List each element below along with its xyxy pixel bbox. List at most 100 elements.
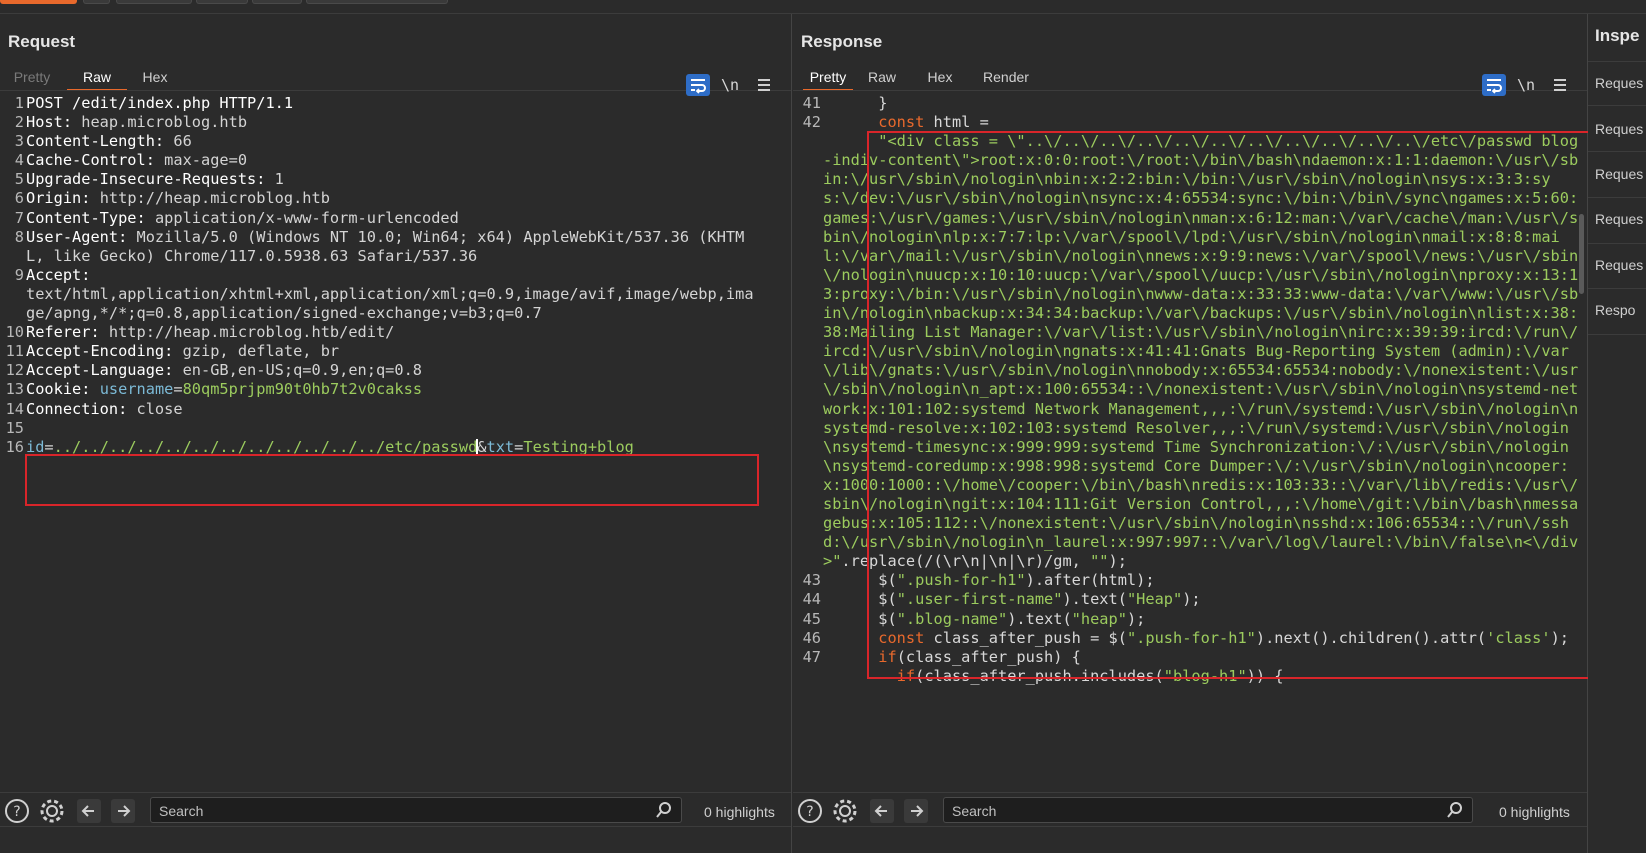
code-token: ".push-for-h1"	[1126, 628, 1256, 647]
inspector-item[interactable]: Reques	[1595, 75, 1643, 91]
back-button[interactable]	[869, 798, 895, 824]
top-tab[interactable]	[252, 0, 302, 4]
inspector-item[interactable]: Reques	[1595, 257, 1643, 273]
request-bottom-bar: ? 0 highlights	[0, 792, 791, 827]
arrow-left-icon	[870, 799, 894, 823]
code-token: http://heap.microblog.htb	[99, 189, 330, 208]
line-content: id=../../../../../../../../../../../../e…	[26, 438, 761, 457]
inspector-item[interactable]: Reques	[1595, 211, 1643, 227]
hamburger-menu-button[interactable]	[752, 74, 776, 96]
code-token: (class_after_push.includes(	[915, 666, 1164, 685]
wrap-lines-button[interactable]	[1482, 74, 1506, 96]
svg-text:?: ?	[806, 804, 813, 820]
response-scrollbar-thumb[interactable]	[1579, 214, 1584, 294]
code-token: Content-Length:	[26, 132, 174, 151]
response-editor[interactable]: 41 } 42 const html = "<div class = \"..\/…	[793, 94, 1587, 795]
top-tab[interactable]	[306, 0, 448, 4]
forward-button[interactable]	[110, 798, 136, 824]
line-content: $(".push-for-h1").after(html);	[823, 571, 1583, 590]
inspector-title: Inspe	[1595, 26, 1640, 45]
line-number: 42	[802, 113, 821, 132]
code-line: 14 Connection: close	[0, 400, 791, 419]
wrap-lines-button[interactable]	[686, 74, 710, 96]
settings-button[interactable]	[38, 798, 64, 824]
inspector-item[interactable]: Respo	[1595, 302, 1635, 318]
code-line: 42 const html =	[793, 113, 1587, 132]
line-content: if(class_after_push) {	[823, 648, 1583, 667]
tab-hex[interactable]: Hex	[923, 65, 957, 89]
top-tab[interactable]	[116, 0, 192, 4]
code-token: max-age=0	[164, 151, 248, 170]
code-token: if	[878, 647, 897, 666]
help-button[interactable]: ?	[797, 798, 823, 824]
line-number: 47	[802, 647, 821, 666]
code-line: 41 }	[793, 94, 1587, 113]
code-token: Accept-Encoding:	[26, 342, 183, 361]
code-line: 2 Host: heap.microblog.htb	[0, 113, 791, 132]
top-tab[interactable]	[196, 0, 248, 4]
line-number: 15	[5, 418, 24, 437]
line-content: }	[823, 94, 1583, 113]
tab-pretty[interactable]: Pretty	[12, 65, 52, 89]
line-number: 45	[802, 609, 821, 628]
search-icon[interactable]	[1446, 801, 1464, 819]
code-line: 15	[0, 419, 791, 438]
show-newlines-button[interactable]: \n	[1514, 74, 1538, 96]
code-line: 45 $(".blog-name").text("heap");	[793, 610, 1587, 629]
code-token: );	[1108, 552, 1127, 571]
line-content: Cookie: username=80qm5prjpm90t0hb7t2v0ca…	[26, 380, 761, 399]
code-token: &	[477, 437, 487, 456]
code-token: );	[1550, 628, 1570, 647]
code-token: Accept-Language:	[26, 361, 183, 380]
code-token: ).next().children().attr(	[1255, 628, 1487, 647]
settings-button[interactable]	[831, 798, 857, 824]
tab-raw[interactable]: Raw	[864, 65, 900, 89]
search-icon[interactable]	[655, 801, 673, 819]
hamburger-menu-button[interactable]	[1548, 74, 1572, 96]
code-token: $(	[823, 590, 897, 609]
request-editor[interactable]: 1 POST /edit/index.php HTTP/1.1 2 Host: hea…	[0, 94, 791, 795]
show-newlines-button[interactable]: \n	[718, 74, 742, 96]
code-line: 13 Cookie: username=80qm5prjpm90t0hb7t2v0…	[0, 380, 791, 399]
line-content: Accept-Encoding: gzip, deflate, br	[26, 342, 761, 361]
line-number: 4	[14, 151, 24, 170]
inspector-item[interactable]: Reques	[1595, 166, 1643, 182]
code-token: close	[136, 399, 183, 418]
code-token: ../../../../../../../../../../../../etc/…	[53, 437, 478, 456]
code-token: Cache-Control:	[26, 151, 165, 170]
line-content: Content-Length: 66	[26, 132, 761, 151]
code-line: 47 if(class_after_push) {	[793, 648, 1587, 667]
top-tab[interactable]	[83, 0, 110, 4]
tab-render[interactable]: Render	[979, 65, 1033, 89]
forward-button[interactable]	[903, 798, 929, 824]
top-tab-active[interactable]	[0, 0, 77, 4]
line-number: 14	[5, 399, 24, 418]
code-token: 'class'	[1486, 628, 1551, 647]
response-search-input[interactable]	[950, 801, 1403, 821]
hamburger-menu-icon	[1554, 79, 1566, 91]
request-search-input[interactable]	[157, 801, 612, 821]
response-bottom-bar: ? 0 highlights	[793, 792, 1587, 827]
code-token: =	[44, 437, 54, 456]
line-content: if(class_after_push.includes("blog-h1"))…	[823, 667, 1583, 686]
help-button[interactable]: ?	[4, 798, 30, 824]
code-line: 16 id=../../../../../../../../../../../..…	[0, 438, 791, 457]
back-button[interactable]	[76, 798, 102, 824]
code-line: 12 Accept-Language: en-GB,en-US;q=0.9,en;…	[0, 361, 791, 380]
code-token: id	[26, 437, 45, 456]
code-token: Cookie:	[26, 380, 100, 399]
code-token: );	[1126, 609, 1146, 628]
code-token: POST /edit/index.php HTTP/1.1	[26, 94, 294, 112]
code-token: Upgrade-Insecure-Requests:	[26, 170, 275, 189]
code-token: ).after(html);	[1025, 571, 1155, 590]
tab-pretty[interactable]: Pretty	[803, 65, 853, 91]
inspector-item[interactable]: Reques	[1595, 121, 1643, 137]
code-token: heap.microblog.htb	[81, 113, 248, 132]
tab-hex[interactable]: Hex	[138, 65, 172, 89]
tab-raw[interactable]: Raw	[67, 65, 127, 91]
request-pane: Request Pretty Raw Hex \n 1 POST /edit/in…	[0, 14, 792, 853]
